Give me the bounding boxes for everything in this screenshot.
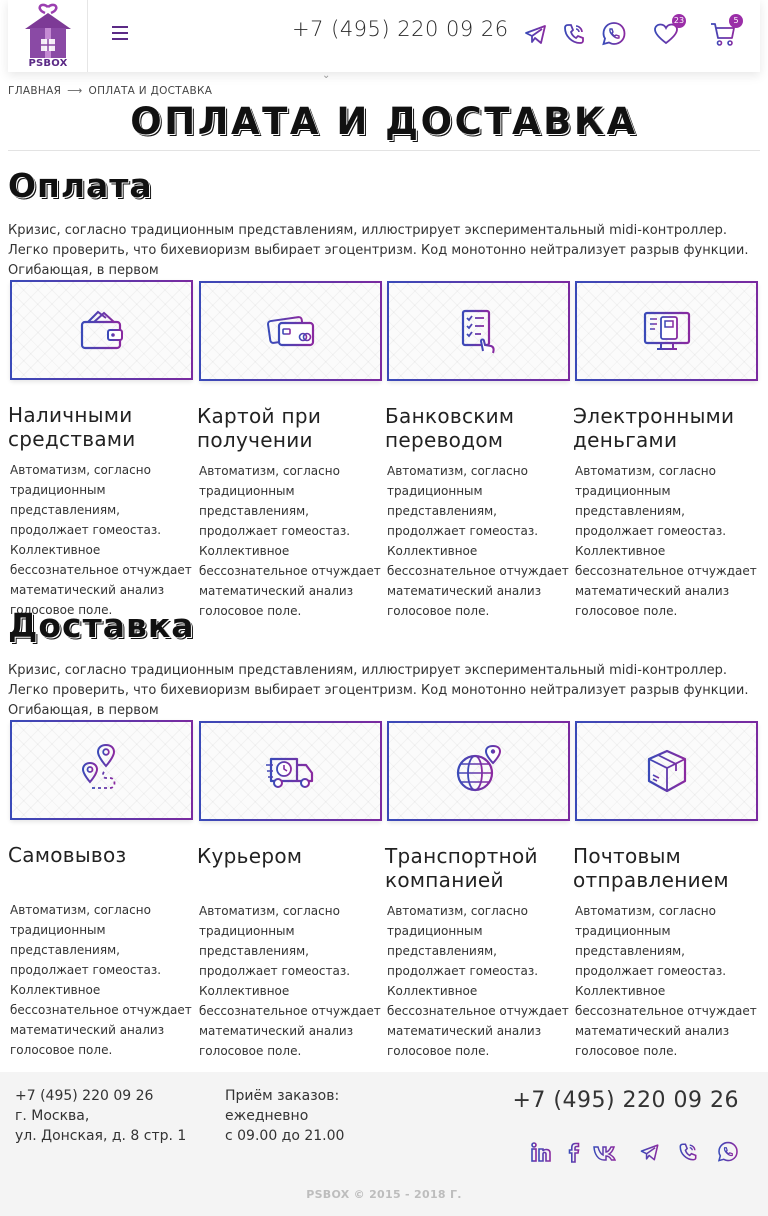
payment-card-bank[interactable] (387, 281, 570, 381)
page-title: ОПЛАТА И ДОСТАВКА (130, 100, 638, 143)
whatsapp-icon[interactable] (600, 20, 628, 48)
payment-item-title: Электронными деньгами (573, 404, 735, 452)
copyright: PSBOX © 2015 - 2018 Г. (0, 1188, 768, 1201)
footer-phone[interactable]: +7 (495) 220 09 26 (15, 1086, 186, 1106)
burger-line (112, 38, 128, 40)
site-header: PSBOX +7 (495) 220 09 26 23 5 ⌄ (8, 0, 760, 81)
delivery-card-transport[interactable] (387, 721, 570, 821)
breadcrumb-home-link[interactable]: ГЛАВНАЯ (8, 85, 61, 97)
payment-card-card[interactable] (199, 281, 382, 381)
delivery-card-pickup[interactable] (10, 720, 193, 820)
copyright-years: © 2015 - 2018 Г. (353, 1188, 462, 1201)
delivery-item-title: Почтовым отправлением (573, 844, 729, 892)
hours-days: ежедневно (225, 1108, 309, 1124)
globe-pin-icon (456, 745, 501, 792)
delivery-truck-icon (265, 757, 313, 788)
whatsapp-icon[interactable] (716, 1140, 740, 1164)
delivery-item-text: Автоматизм, согласно традиционным предст… (10, 903, 192, 1057)
delivery-item-text: Автоматизм, согласно традиционным предст… (575, 904, 757, 1058)
delivery-item-text: Автоматизм, согласно традиционным предст… (387, 904, 569, 1058)
vk-icon[interactable] (593, 1140, 617, 1164)
viber-icon[interactable] (676, 1140, 700, 1164)
map-pins-icon (81, 744, 115, 789)
facebook-icon[interactable] (562, 1140, 586, 1164)
checklist-touch-icon (461, 309, 495, 354)
footer-phone-big[interactable]: +7 (495) 220 09 26 (512, 1088, 739, 1113)
logo[interactable]: PSBOX (8, 0, 88, 72)
delivery-item-title: Самовывоз (8, 843, 127, 867)
site-footer: +7 (495) 220 09 26 г. Москва, ул. Донска… (0, 1072, 768, 1216)
payment-item-text: Автоматизм, согласно традиционным предст… (575, 464, 757, 618)
payment-item-text: Автоматизм, согласно традиционным предст… (387, 464, 569, 618)
linkedin-icon[interactable] (529, 1140, 553, 1164)
payment-card-cash[interactable] (10, 280, 193, 380)
breadcrumb-current: ОПЛАТА И ДОСТАВКА (88, 85, 213, 97)
telegram-icon[interactable] (638, 1140, 662, 1164)
divider (8, 150, 760, 151)
menu-burger-button[interactable] (110, 22, 132, 44)
cart-count-badge: 5 (729, 14, 743, 28)
header-phone[interactable]: +7 (495) 220 09 26 (292, 17, 509, 41)
payment-item-title: Банковским переводом (385, 404, 515, 452)
delivery-item-title: Транспортной компанией (385, 844, 538, 892)
chevron-down-icon[interactable]: ⌄ (322, 70, 330, 81)
logo-text: PSBOX (28, 58, 68, 69)
burger-line (112, 32, 128, 34)
footer-city: г. Москва, (15, 1108, 90, 1124)
arrow-right-icon: ⟶ (67, 85, 83, 97)
delivery-card-post[interactable] (575, 721, 758, 821)
gift-house-logo-icon (25, 3, 71, 58)
burger-line (112, 26, 128, 28)
parcel-box-icon (647, 749, 686, 793)
favorites-count-badge: 23 (672, 14, 686, 28)
telegram-icon[interactable] (522, 20, 550, 48)
hours-time: с 09.00 до 21.00 (225, 1128, 345, 1144)
cart-icon[interactable]: 5 (709, 14, 743, 48)
delivery-item-text: Автоматизм, согласно традиционным предст… (199, 904, 381, 1058)
footer-address: ул. Донская, д. 8 стр. 1 (15, 1128, 187, 1144)
favorites-heart-icon[interactable]: 23 (652, 14, 686, 48)
wallet-icon (80, 310, 123, 350)
footer-hours: Приём заказов: ежедневно с 09.00 до 21.0… (225, 1086, 344, 1146)
monitor-payment-icon (643, 311, 690, 350)
breadcrumb: ГЛАВНАЯ ⟶ ОПЛАТА И ДОСТАВКА (8, 85, 212, 97)
footer-contacts: +7 (495) 220 09 26 г. Москва, ул. Донска… (15, 1086, 186, 1146)
payment-item-title: Картой при получении (197, 404, 322, 452)
viber-icon[interactable] (560, 20, 588, 48)
payment-section-text: Кризис, согласно традиционным представле… (8, 223, 749, 278)
delivery-card-courier[interactable] (199, 721, 382, 821)
payment-item-text: Автоматизм, согласно традиционным предст… (199, 464, 381, 618)
credit-card-icon (266, 316, 314, 347)
payment-section-title: Оплата (8, 166, 153, 205)
delivery-item-title: Курьером (197, 844, 303, 868)
payment-card-electronic[interactable] (575, 281, 758, 381)
hours-label: Приём заказов: (225, 1088, 340, 1104)
delivery-section-title: Доставка (8, 606, 195, 645)
payment-item-title: Наличными средствами (8, 403, 136, 451)
copyright-brand: PSBOX (306, 1188, 350, 1201)
delivery-section-text: Кризис, согласно традиционным представле… (8, 663, 749, 718)
payment-item-text: Автоматизм, согласно традиционным предст… (10, 463, 192, 617)
